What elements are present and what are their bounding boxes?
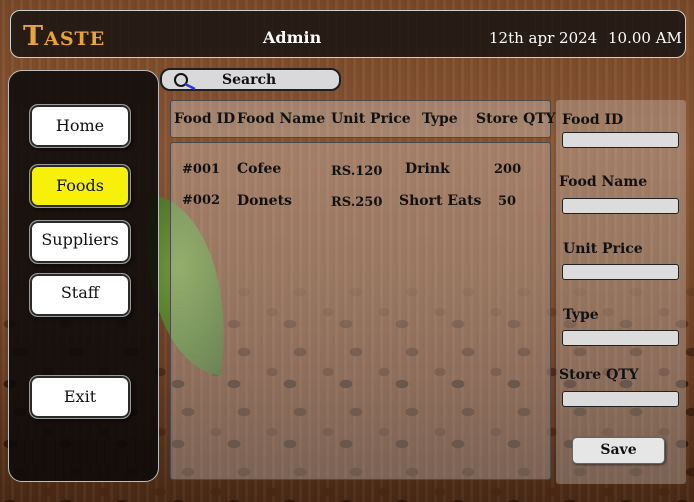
- food-table: #001 Cofee RS.120 Drink 200 #002 Donets …: [170, 142, 551, 480]
- cell-store-qty: 200: [494, 162, 522, 177]
- cell-unit-price: RS.250: [331, 195, 383, 210]
- search-label: Search: [222, 72, 277, 88]
- column-header-type: Type: [422, 111, 458, 127]
- cell-food-name: Donets: [237, 193, 292, 209]
- user-label: Admin: [263, 28, 322, 47]
- exit-button[interactable]: Exit: [29, 375, 131, 419]
- sidebar: Home Foods Suppliers Staff Exit: [8, 70, 159, 482]
- column-header-unit-price: Unit Price: [331, 111, 411, 127]
- search-bar[interactable]: Search: [160, 68, 341, 91]
- sidebar-item-suppliers[interactable]: Suppliers: [29, 220, 131, 264]
- top-bar: Taste Admin 12th apr 2024 10.00 AM: [10, 10, 686, 58]
- cell-food-id: #002: [182, 193, 221, 208]
- store-qty-field[interactable]: [562, 391, 679, 407]
- food-name-label: Food Name: [559, 174, 648, 190]
- search-icon: [174, 73, 196, 90]
- food-id-field[interactable]: [562, 132, 679, 148]
- food-form-panel: [556, 100, 686, 484]
- column-header-food-name: Food Name: [237, 111, 326, 127]
- column-header-store-qty: Store QTY: [476, 111, 556, 127]
- app-logo: Taste: [23, 21, 106, 52]
- unit-price-field[interactable]: [562, 264, 679, 280]
- sidebar-item-home[interactable]: Home: [29, 104, 131, 148]
- cell-food-id: #001: [182, 162, 221, 177]
- food-id-label: Food ID: [562, 112, 624, 128]
- type-field[interactable]: [562, 330, 679, 346]
- time-label: 10.00 AM: [608, 29, 682, 47]
- cell-type: Short Eats: [399, 193, 482, 209]
- save-button[interactable]: Save: [572, 437, 665, 464]
- date-label: 12th apr 2024: [489, 29, 598, 47]
- sidebar-item-foods[interactable]: Foods: [29, 164, 131, 208]
- unit-price-label: Unit Price: [563, 241, 643, 257]
- cell-food-name: Cofee: [237, 161, 282, 177]
- food-name-field[interactable]: [562, 198, 679, 214]
- cell-store-qty: 50: [498, 194, 517, 209]
- cell-unit-price: RS.120: [331, 164, 383, 179]
- sidebar-item-staff[interactable]: Staff: [29, 273, 131, 317]
- column-header-food-id: Food ID: [174, 111, 236, 127]
- table-header: Food ID Food Name Unit Price Type Store …: [170, 100, 556, 138]
- store-qty-label: Store QTY: [559, 367, 639, 383]
- type-label: Type: [563, 307, 599, 323]
- cell-type: Drink: [405, 161, 450, 177]
